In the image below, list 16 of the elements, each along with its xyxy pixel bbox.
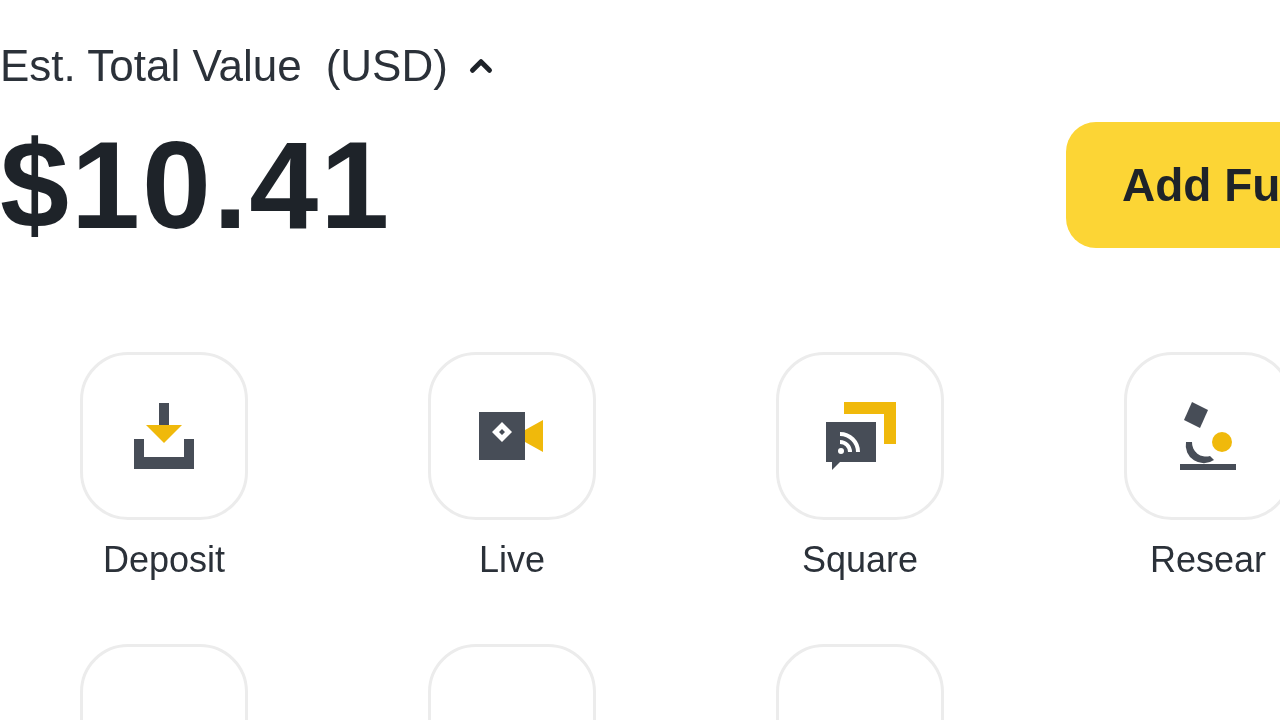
add-funds-button[interactable]: Add Fu	[1066, 122, 1280, 248]
microscope-icon	[1178, 402, 1238, 470]
shortcut-label[interactable]: Square	[801, 542, 919, 578]
shortcut-tile[interactable]	[80, 352, 248, 520]
balance-amount: $10.41	[0, 123, 392, 247]
shortcut-tile[interactable]	[776, 352, 944, 520]
shortcut-tile[interactable]	[428, 352, 596, 520]
feed-chat-icon	[824, 402, 896, 470]
currency-label: (USD)	[325, 44, 448, 88]
shortcut-label[interactable]: Deposit	[102, 542, 226, 578]
shortcut-label[interactable]: Live	[478, 542, 545, 578]
download-tray-icon	[132, 403, 196, 469]
shortcut-tile[interactable]	[1124, 352, 1280, 520]
video-camera-icon	[479, 412, 545, 460]
shortcut-label[interactable]: Resear	[1149, 542, 1267, 578]
total-value-label: Est. Total Value	[0, 44, 302, 88]
